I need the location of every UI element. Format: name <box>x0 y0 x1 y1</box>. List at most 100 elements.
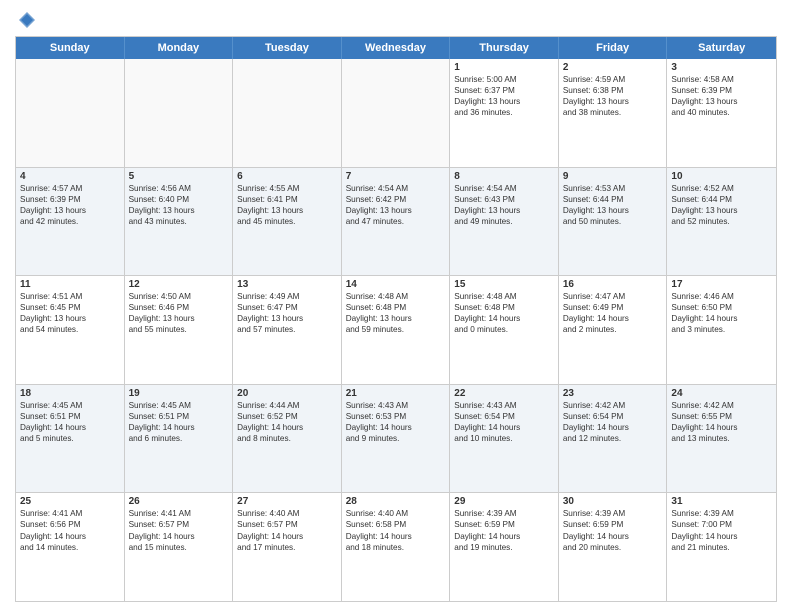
day-info: Sunrise: 4:56 AMSunset: 6:40 PMDaylight:… <box>129 183 229 227</box>
calendar-cell: 3Sunrise: 4:58 AMSunset: 6:39 PMDaylight… <box>667 59 776 167</box>
calendar-cell <box>125 59 234 167</box>
day-info: Sunrise: 4:54 AMSunset: 6:42 PMDaylight:… <box>346 183 446 227</box>
calendar-cell <box>342 59 451 167</box>
day-number: 25 <box>20 496 120 507</box>
calendar-cell: 18Sunrise: 4:45 AMSunset: 6:51 PMDayligh… <box>16 385 125 493</box>
calendar-row: 1Sunrise: 5:00 AMSunset: 6:37 PMDaylight… <box>16 59 776 168</box>
calendar-row: 18Sunrise: 4:45 AMSunset: 6:51 PMDayligh… <box>16 385 776 494</box>
calendar-cell: 8Sunrise: 4:54 AMSunset: 6:43 PMDaylight… <box>450 168 559 276</box>
calendar-cell: 21Sunrise: 4:43 AMSunset: 6:53 PMDayligh… <box>342 385 451 493</box>
calendar-cell: 19Sunrise: 4:45 AMSunset: 6:51 PMDayligh… <box>125 385 234 493</box>
day-number: 30 <box>563 496 663 507</box>
day-number: 3 <box>671 62 772 73</box>
day-number: 4 <box>20 171 120 182</box>
weekday-header: Sunday <box>16 37 125 59</box>
calendar-cell: 23Sunrise: 4:42 AMSunset: 6:54 PMDayligh… <box>559 385 668 493</box>
day-info: Sunrise: 4:54 AMSunset: 6:43 PMDaylight:… <box>454 183 554 227</box>
day-number: 24 <box>671 388 772 399</box>
day-info: Sunrise: 5:00 AMSunset: 6:37 PMDaylight:… <box>454 74 554 118</box>
day-info: Sunrise: 4:50 AMSunset: 6:46 PMDaylight:… <box>129 291 229 335</box>
calendar-row: 4Sunrise: 4:57 AMSunset: 6:39 PMDaylight… <box>16 168 776 277</box>
day-info: Sunrise: 4:55 AMSunset: 6:41 PMDaylight:… <box>237 183 337 227</box>
day-info: Sunrise: 4:40 AMSunset: 6:58 PMDaylight:… <box>346 508 446 552</box>
calendar-cell: 25Sunrise: 4:41 AMSunset: 6:56 PMDayligh… <box>16 493 125 601</box>
day-number: 22 <box>454 388 554 399</box>
day-info: Sunrise: 4:42 AMSunset: 6:55 PMDaylight:… <box>671 400 772 444</box>
day-info: Sunrise: 4:39 AMSunset: 6:59 PMDaylight:… <box>454 508 554 552</box>
day-number: 10 <box>671 171 772 182</box>
day-info: Sunrise: 4:45 AMSunset: 6:51 PMDaylight:… <box>129 400 229 444</box>
day-info: Sunrise: 4:53 AMSunset: 6:44 PMDaylight:… <box>563 183 663 227</box>
day-number: 17 <box>671 279 772 290</box>
calendar-cell: 27Sunrise: 4:40 AMSunset: 6:57 PMDayligh… <box>233 493 342 601</box>
weekday-header: Wednesday <box>342 37 451 59</box>
calendar: SundayMondayTuesdayWednesdayThursdayFrid… <box>15 36 777 602</box>
calendar-cell: 15Sunrise: 4:48 AMSunset: 6:48 PMDayligh… <box>450 276 559 384</box>
day-info: Sunrise: 4:42 AMSunset: 6:54 PMDaylight:… <box>563 400 663 444</box>
calendar-cell: 22Sunrise: 4:43 AMSunset: 6:54 PMDayligh… <box>450 385 559 493</box>
calendar-cell: 28Sunrise: 4:40 AMSunset: 6:58 PMDayligh… <box>342 493 451 601</box>
calendar-cell: 9Sunrise: 4:53 AMSunset: 6:44 PMDaylight… <box>559 168 668 276</box>
calendar-cell: 10Sunrise: 4:52 AMSunset: 6:44 PMDayligh… <box>667 168 776 276</box>
day-info: Sunrise: 4:45 AMSunset: 6:51 PMDaylight:… <box>20 400 120 444</box>
day-info: Sunrise: 4:57 AMSunset: 6:39 PMDaylight:… <box>20 183 120 227</box>
calendar-body: 1Sunrise: 5:00 AMSunset: 6:37 PMDaylight… <box>16 59 776 601</box>
weekday-header: Saturday <box>667 37 776 59</box>
calendar-row: 25Sunrise: 4:41 AMSunset: 6:56 PMDayligh… <box>16 493 776 601</box>
day-info: Sunrise: 4:49 AMSunset: 6:47 PMDaylight:… <box>237 291 337 335</box>
calendar-cell: 20Sunrise: 4:44 AMSunset: 6:52 PMDayligh… <box>233 385 342 493</box>
calendar-cell: 2Sunrise: 4:59 AMSunset: 6:38 PMDaylight… <box>559 59 668 167</box>
weekday-header: Thursday <box>450 37 559 59</box>
weekday-header: Friday <box>559 37 668 59</box>
calendar-cell: 30Sunrise: 4:39 AMSunset: 6:59 PMDayligh… <box>559 493 668 601</box>
calendar-cell: 31Sunrise: 4:39 AMSunset: 7:00 PMDayligh… <box>667 493 776 601</box>
calendar-cell: 29Sunrise: 4:39 AMSunset: 6:59 PMDayligh… <box>450 493 559 601</box>
day-info: Sunrise: 4:48 AMSunset: 6:48 PMDaylight:… <box>346 291 446 335</box>
day-number: 5 <box>129 171 229 182</box>
day-info: Sunrise: 4:51 AMSunset: 6:45 PMDaylight:… <box>20 291 120 335</box>
page: SundayMondayTuesdayWednesdayThursdayFrid… <box>0 0 792 612</box>
day-number: 21 <box>346 388 446 399</box>
day-info: Sunrise: 4:44 AMSunset: 6:52 PMDaylight:… <box>237 400 337 444</box>
calendar-cell: 13Sunrise: 4:49 AMSunset: 6:47 PMDayligh… <box>233 276 342 384</box>
calendar-cell <box>233 59 342 167</box>
day-info: Sunrise: 4:46 AMSunset: 6:50 PMDaylight:… <box>671 291 772 335</box>
weekday-header: Tuesday <box>233 37 342 59</box>
day-number: 20 <box>237 388 337 399</box>
day-number: 14 <box>346 279 446 290</box>
day-info: Sunrise: 4:39 AMSunset: 6:59 PMDaylight:… <box>563 508 663 552</box>
calendar-cell: 1Sunrise: 5:00 AMSunset: 6:37 PMDaylight… <box>450 59 559 167</box>
day-number: 12 <box>129 279 229 290</box>
calendar-cell: 16Sunrise: 4:47 AMSunset: 6:49 PMDayligh… <box>559 276 668 384</box>
day-number: 13 <box>237 279 337 290</box>
calendar-cell: 26Sunrise: 4:41 AMSunset: 6:57 PMDayligh… <box>125 493 234 601</box>
day-number: 16 <box>563 279 663 290</box>
logo-icon <box>17 10 37 30</box>
day-info: Sunrise: 4:40 AMSunset: 6:57 PMDaylight:… <box>237 508 337 552</box>
calendar-cell: 12Sunrise: 4:50 AMSunset: 6:46 PMDayligh… <box>125 276 234 384</box>
day-number: 19 <box>129 388 229 399</box>
day-number: 9 <box>563 171 663 182</box>
day-number: 31 <box>671 496 772 507</box>
day-info: Sunrise: 4:58 AMSunset: 6:39 PMDaylight:… <box>671 74 772 118</box>
calendar-cell: 14Sunrise: 4:48 AMSunset: 6:48 PMDayligh… <box>342 276 451 384</box>
day-info: Sunrise: 4:39 AMSunset: 7:00 PMDaylight:… <box>671 508 772 552</box>
day-number: 29 <box>454 496 554 507</box>
day-number: 1 <box>454 62 554 73</box>
calendar-cell: 11Sunrise: 4:51 AMSunset: 6:45 PMDayligh… <box>16 276 125 384</box>
day-info: Sunrise: 4:59 AMSunset: 6:38 PMDaylight:… <box>563 74 663 118</box>
calendar-cell: 24Sunrise: 4:42 AMSunset: 6:55 PMDayligh… <box>667 385 776 493</box>
day-info: Sunrise: 4:48 AMSunset: 6:48 PMDaylight:… <box>454 291 554 335</box>
calendar-cell: 7Sunrise: 4:54 AMSunset: 6:42 PMDaylight… <box>342 168 451 276</box>
day-info: Sunrise: 4:43 AMSunset: 6:53 PMDaylight:… <box>346 400 446 444</box>
day-info: Sunrise: 4:43 AMSunset: 6:54 PMDaylight:… <box>454 400 554 444</box>
calendar-cell: 5Sunrise: 4:56 AMSunset: 6:40 PMDaylight… <box>125 168 234 276</box>
day-number: 18 <box>20 388 120 399</box>
weekday-header: Monday <box>125 37 234 59</box>
header <box>15 10 777 30</box>
day-number: 23 <box>563 388 663 399</box>
day-number: 26 <box>129 496 229 507</box>
day-info: Sunrise: 4:52 AMSunset: 6:44 PMDaylight:… <box>671 183 772 227</box>
day-number: 2 <box>563 62 663 73</box>
logo <box>15 10 37 30</box>
